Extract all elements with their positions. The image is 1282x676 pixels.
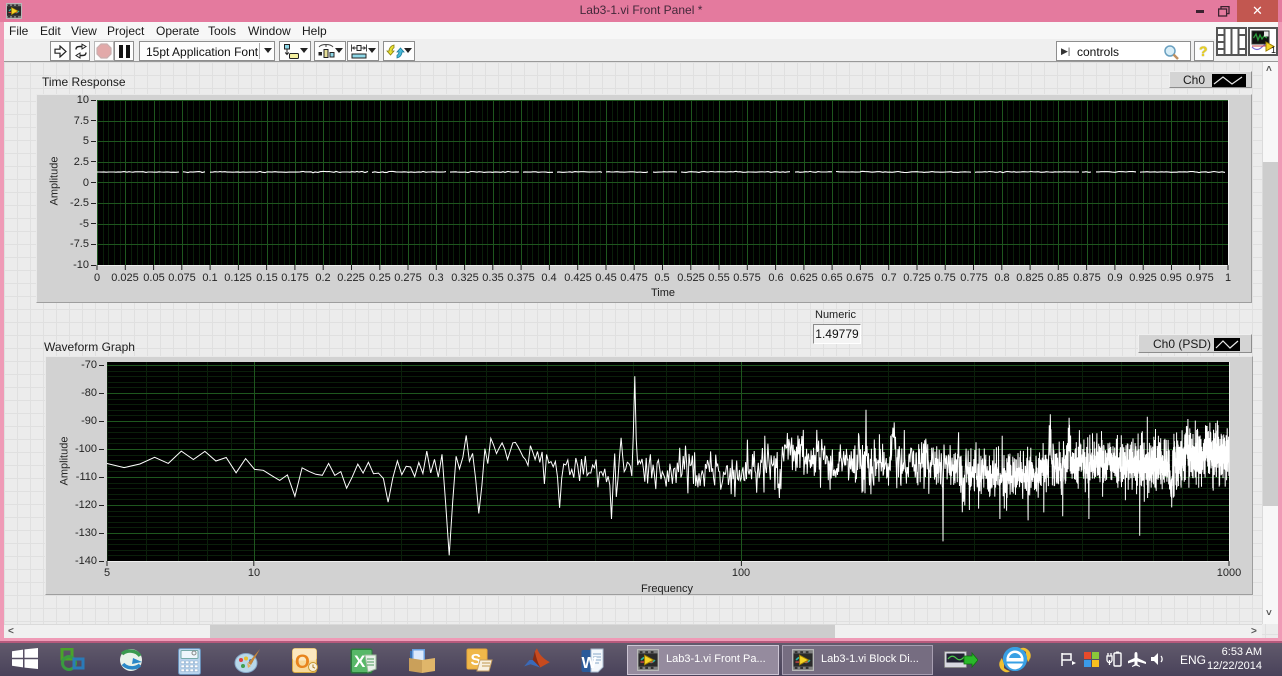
svg-text:X: X [354,652,366,671]
svg-text:1: 1 [1271,45,1276,55]
svg-text:O: O [295,652,310,673]
svg-text:W: W [582,655,598,672]
